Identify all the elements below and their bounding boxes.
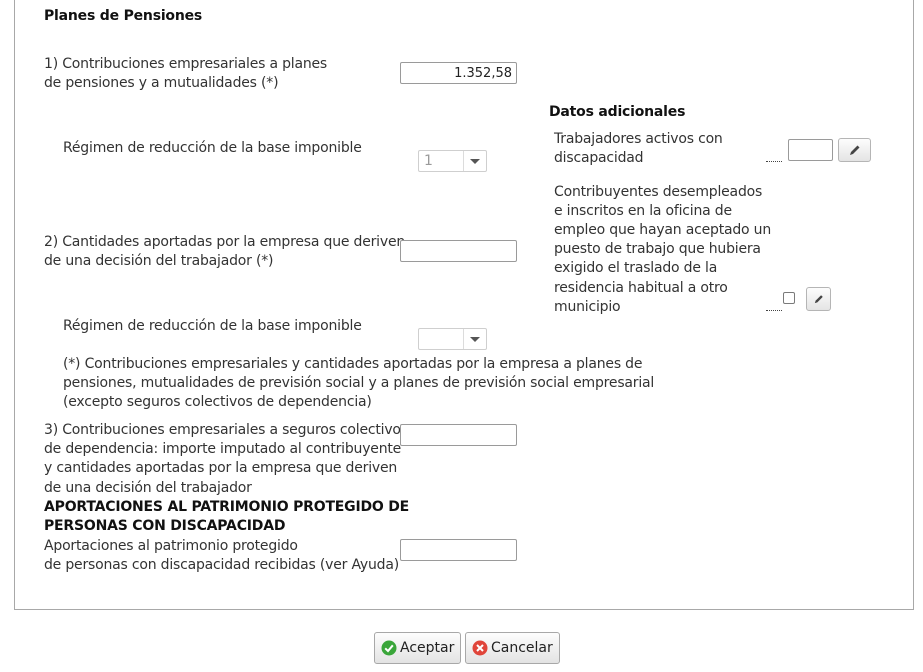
check-circle-icon (381, 640, 397, 656)
desempleados-line2: e inscritos en la oficina de (554, 203, 732, 219)
x-circle-icon (472, 640, 488, 656)
q1-amount-input[interactable] (400, 62, 517, 84)
regimen2-label: Régimen de reducción de la base imponibl… (63, 318, 362, 334)
section-title-planes: Planes de Pensiones (44, 8, 203, 24)
chevron-down-icon[interactable] (463, 329, 486, 349)
dotted-leader (766, 310, 782, 311)
desempleados-line4: puesto de trabajo que hubiera (554, 241, 761, 257)
q3-label-line1: 3) Contribuciones empresariales a seguro… (44, 422, 408, 438)
regimen1-label: Régimen de reducción de la base imponibl… (63, 140, 362, 156)
q1-label-line2: de pensiones y a mutualidades (*) (44, 75, 279, 91)
trabajadores-edit-button[interactable] (838, 138, 871, 162)
desempleados-line3: empleo que hayan aceptado un (554, 222, 772, 238)
note-line3: (excepto seguros colectivos de dependenc… (63, 394, 372, 410)
q3-label-line3: y cantidades aportadas por la empresa qu… (44, 460, 398, 476)
trabajadores-label-line2: discapacidad (554, 150, 644, 166)
patrimonio-label-line1: Aportaciones al patrimonio protegido (44, 538, 298, 554)
desempleados-checkbox[interactable] (783, 292, 795, 304)
q2-label-line2: de una decisión del trabajador (*) (44, 253, 274, 269)
q2-amount-input[interactable] (400, 240, 517, 262)
note-line1: (*) Contribuciones empresariales y canti… (63, 356, 643, 372)
desempleados-line1: Contribuyentes desempleados (554, 184, 763, 200)
desempleados-edit-button[interactable] (806, 287, 831, 311)
dotted-leader (766, 161, 782, 162)
patrimonio-amount-input[interactable] (400, 539, 517, 561)
accept-label: Aceptar (400, 640, 455, 656)
q2-label-line1: 2) Cantidades aportadas por la empresa q… (44, 234, 406, 250)
q3-label-line4: de una decisión del trabajador (44, 480, 252, 496)
trabajadores-label-line1: Trabajadores activos con (554, 131, 723, 147)
patrimonio-label-line2: de personas con discapacidad recibidas (… (44, 557, 399, 573)
pencil-icon (814, 295, 823, 304)
patrimonio-title-line1: APORTACIONES AL PATRIMONIO PROTEGIDO DE (44, 499, 410, 515)
desempleados-line7: municipio (554, 299, 621, 315)
desempleados-line6: residencia habitual a otro (554, 280, 728, 296)
regimen1-select[interactable]: 1 (418, 150, 487, 172)
datos-adicionales-title: Datos adicionales (549, 104, 686, 120)
regimen1-selected: 1 (424, 153, 433, 169)
q3-amount-input[interactable] (400, 424, 517, 446)
desempleados-line5: exigido el traslado de la (554, 260, 718, 276)
accept-button[interactable]: Aceptar (374, 632, 462, 664)
q3-label-line2: de dependencia: importe imputado al cont… (44, 441, 402, 457)
patrimonio-title-line2: PERSONAS CON DISCAPACIDAD (44, 518, 286, 534)
q1-label-line1: 1) Contribuciones empresariales a planes (44, 56, 328, 72)
chevron-down-icon[interactable] (463, 151, 486, 171)
note-line2: pensiones, mutualidades de previsión soc… (63, 375, 655, 391)
cancel-label: Cancelar (491, 640, 553, 656)
regimen2-select[interactable] (418, 328, 487, 350)
trabajadores-input[interactable] (788, 139, 833, 161)
pencil-icon (849, 145, 859, 155)
cancel-button[interactable]: Cancelar (465, 632, 560, 664)
